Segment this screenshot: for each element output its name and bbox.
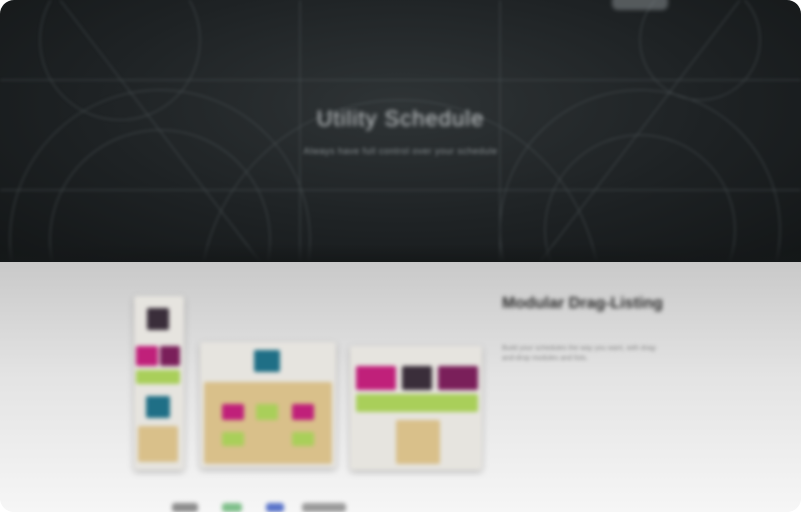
bottom-item[interactable]	[302, 503, 346, 512]
feature-title: Modular Drag-Listing	[502, 295, 663, 312]
screenshot-block	[222, 404, 244, 420]
screenshot-block	[356, 394, 478, 412]
bottom-item[interactable]	[266, 503, 284, 512]
screenshot-block	[292, 404, 314, 420]
hero-subtitle: Always have full control over your sched…	[303, 146, 498, 156]
screenshot-block	[256, 404, 278, 420]
screenshot-block	[438, 366, 478, 390]
screenshot-block	[204, 382, 332, 464]
screenshot-block	[147, 308, 169, 330]
feature-description: Build your schedules the way you want, w…	[502, 345, 658, 362]
screenshot-block	[136, 346, 158, 366]
screenshot-block	[402, 366, 432, 390]
bottom-item[interactable]	[222, 503, 242, 512]
hero-title: Utility Schedule	[316, 106, 485, 131]
screenshot-tablet[interactable]	[200, 342, 336, 468]
hero-bottom-shade	[0, 244, 801, 262]
screenshot-block	[396, 420, 440, 464]
screenshot-block	[222, 432, 244, 446]
screenshot-block	[136, 370, 180, 384]
screenshot-block	[254, 350, 280, 372]
screenshot-desktop[interactable]	[350, 346, 482, 470]
hero-top-tab[interactable]	[612, 0, 668, 10]
screenshot-block	[138, 426, 178, 462]
page: Utility Schedule Always have full contro…	[0, 0, 801, 512]
screenshot-block	[146, 396, 170, 418]
screenshot-block	[160, 346, 180, 366]
screenshot-mobile[interactable]	[134, 296, 184, 470]
screenshot-block	[356, 366, 396, 390]
hero-banner: Utility Schedule Always have full contro…	[0, 0, 801, 262]
bottom-item[interactable]	[172, 503, 198, 512]
screenshot-block	[292, 432, 314, 446]
